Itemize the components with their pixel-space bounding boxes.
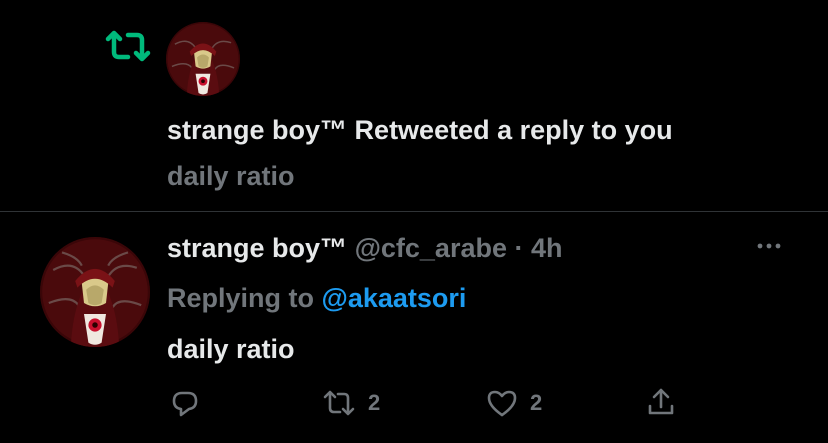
separator: · bbox=[506, 233, 531, 263]
tweet-avatar[interactable] bbox=[40, 237, 150, 347]
reply-icon bbox=[170, 388, 200, 418]
avatar[interactable] bbox=[166, 22, 240, 96]
tweet-header: strange boy™ @cfc_arabe · 4h bbox=[167, 230, 563, 266]
retweet-button[interactable]: 2 bbox=[322, 388, 380, 418]
replying-to: Replying to @akaatsori bbox=[167, 280, 466, 316]
retweet-icon bbox=[322, 388, 356, 418]
retweet-icon bbox=[104, 28, 152, 64]
share-icon bbox=[646, 386, 676, 418]
like-count: 2 bbox=[530, 390, 543, 415]
display-name[interactable]: strange boy™ bbox=[167, 233, 347, 263]
user-handle[interactable]: @cfc_arabe bbox=[355, 233, 507, 263]
notification-action: Retweeted a reply to you bbox=[347, 115, 673, 145]
tweet-text: daily ratio bbox=[167, 334, 295, 364]
tweet-time[interactable]: 4h bbox=[531, 233, 563, 263]
notification-preview: daily ratio bbox=[167, 161, 295, 191]
heart-icon bbox=[486, 388, 518, 418]
retweet-count: 2 bbox=[368, 390, 381, 415]
replying-handle-link[interactable]: @akaatsori bbox=[322, 283, 467, 313]
notification-text: strange boy™ Retweeted a reply to you bbox=[167, 112, 673, 148]
notification-actor[interactable]: strange boy™ bbox=[167, 115, 347, 145]
like-button[interactable]: 2 bbox=[486, 388, 542, 418]
divider bbox=[0, 211, 828, 212]
share-button[interactable] bbox=[646, 386, 676, 418]
more-options-icon[interactable] bbox=[752, 232, 786, 260]
replying-prefix: Replying to bbox=[167, 283, 322, 313]
reply-button[interactable] bbox=[170, 388, 200, 418]
